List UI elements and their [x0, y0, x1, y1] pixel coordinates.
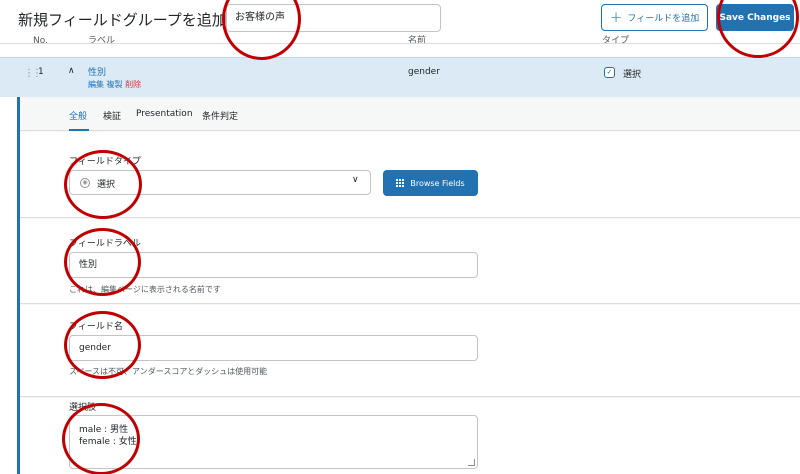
chevron-up-icon[interactable]: ∧ [68, 66, 75, 76]
plus-icon: + [609, 8, 623, 26]
top-bar: 新規フィールドグループを追加 お客様の声 + フィールドを追加 Save Cha… [0, 0, 800, 40]
tab-validation[interactable]: 検証 [103, 109, 121, 122]
browse-fields-label: Browse Fields [410, 178, 465, 188]
delete-link[interactable]: 削除 [125, 80, 141, 89]
column-header-name: 名前 [408, 36, 427, 43]
annotation-circle [62, 403, 140, 474]
select-type-icon: ✓ [604, 67, 615, 78]
resize-grip-icon[interactable] [468, 459, 475, 466]
add-field-label: フィールドを追加 [627, 14, 700, 24]
add-field-button[interactable]: + フィールドを追加 [601, 4, 708, 31]
field-row[interactable]: ⋮⋮ 1 ∧ 性別 編集 複製 削除 gender ✓ 選択 [0, 57, 800, 97]
annotation-circle [64, 228, 141, 296]
edit-link[interactable]: 編集 [88, 80, 104, 89]
column-header-label: ラベル [88, 36, 116, 43]
row-actions: 編集 複製 削除 [88, 79, 141, 90]
field-name-cell: gender [408, 67, 440, 77]
page-title: 新規フィールドグループを追加 [18, 11, 227, 29]
field-type-cell: 選択 [623, 70, 642, 80]
field-order-number: 1 [38, 67, 44, 77]
annotation-circle [64, 311, 141, 379]
annotation-circle [717, 0, 799, 58]
header-divider [0, 43, 800, 44]
annotation-circle [222, 0, 301, 60]
column-header-type: タイプ [602, 36, 630, 43]
grid-icon [396, 179, 405, 187]
field-label-link[interactable]: 性別 [88, 65, 106, 78]
browse-fields-button[interactable]: Browse Fields [383, 170, 478, 196]
tab-conditional-logic[interactable]: 条件判定 [202, 109, 238, 122]
tab-presentation[interactable]: Presentation [136, 109, 193, 119]
column-header-order: No. [33, 36, 48, 43]
duplicate-link[interactable]: 複製 [107, 80, 123, 89]
tab-general[interactable]: 全般 [69, 109, 87, 122]
active-tab-indicator [69, 129, 89, 131]
annotation-circle [64, 150, 142, 219]
chevron-down-icon[interactable]: ∨ [352, 175, 359, 185]
